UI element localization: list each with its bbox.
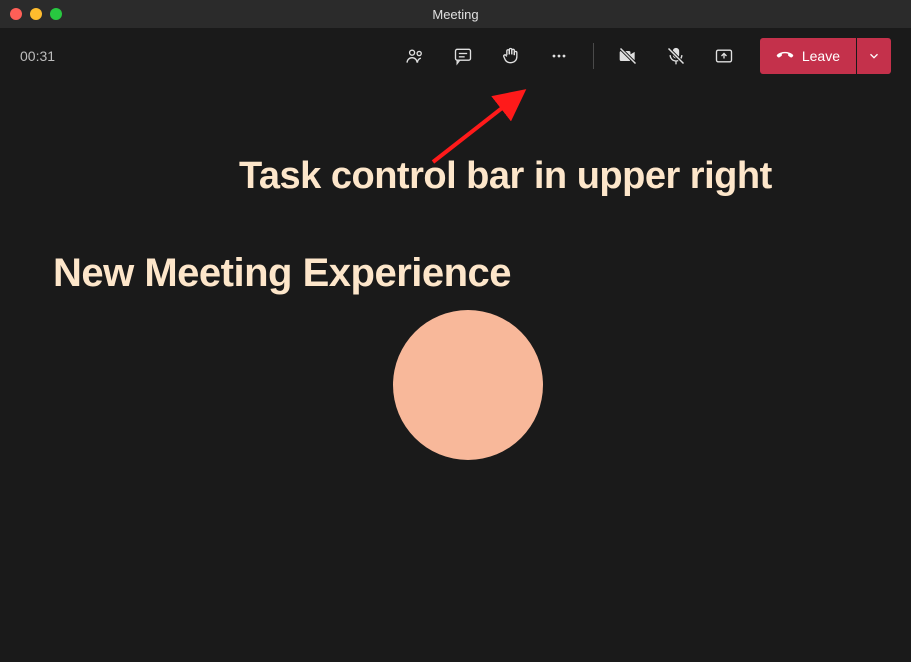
chat-icon [453, 46, 473, 66]
toolbar-separator [593, 43, 594, 69]
raise-hand-icon [501, 46, 521, 66]
raise-hand-button[interactable] [489, 38, 533, 74]
mic-toggle-button[interactable] [654, 38, 698, 74]
leave-button-group: Leave [760, 38, 891, 74]
meeting-timer: 00:31 [20, 48, 55, 64]
meeting-controls: Leave [393, 38, 891, 74]
annotation-text-1: Task control bar in upper right [239, 155, 772, 198]
people-icon [405, 46, 425, 66]
window-controls [0, 8, 62, 20]
annotation-text-2: New Meeting Experience [53, 251, 511, 296]
camera-off-icon [618, 46, 638, 66]
maximize-window-button[interactable] [50, 8, 62, 20]
leave-button-label: Leave [802, 48, 840, 64]
share-screen-icon [714, 46, 734, 66]
more-icon [549, 46, 569, 66]
close-window-button[interactable] [10, 8, 22, 20]
meeting-toolbar: 00:31 [0, 28, 911, 83]
participant-avatar [393, 310, 543, 460]
camera-toggle-button[interactable] [606, 38, 650, 74]
chat-button[interactable] [441, 38, 485, 74]
leave-options-button[interactable] [857, 38, 891, 74]
leave-button[interactable]: Leave [760, 38, 856, 74]
mic-off-icon [666, 46, 686, 66]
minimize-window-button[interactable] [30, 8, 42, 20]
share-screen-button[interactable] [702, 38, 746, 74]
window-title: Meeting [432, 7, 478, 22]
more-actions-button[interactable] [537, 38, 581, 74]
titlebar: Meeting [0, 0, 911, 28]
hangup-icon [776, 47, 794, 65]
people-button[interactable] [393, 38, 437, 74]
chevron-down-icon [867, 49, 881, 63]
